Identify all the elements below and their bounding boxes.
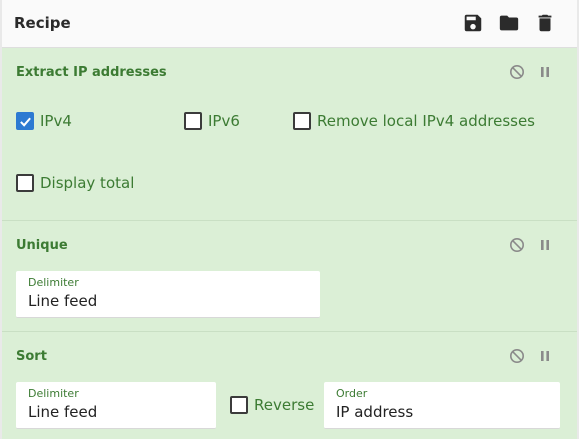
operation-name: Sort	[16, 349, 47, 364]
checkbox-reverse-label: Reverse	[254, 396, 315, 414]
recipe-panel: Recipe Extract IP addresses IPv4 IPv6 Re…	[2, 0, 577, 439]
field-label: Delimiter	[28, 387, 79, 400]
checkbox-ipv4-box[interactable]	[16, 112, 34, 130]
operation-extract-ip-addresses: Extract IP addresses IPv4 IPv6 Remove lo…	[2, 48, 577, 221]
operation-sort: Sort Delimiter Line feed Reverse Order I…	[2, 332, 577, 439]
checkbox-remove-local-ipv4[interactable]: Remove local IPv4 addresses	[293, 109, 535, 133]
operation-name: Extract IP addresses	[16, 65, 167, 80]
recipe-title: Recipe	[14, 14, 71, 32]
field-value[interactable]: Line feed	[28, 403, 97, 421]
checkbox-ipv4[interactable]: IPv4	[16, 109, 72, 133]
field-label: Order	[336, 387, 368, 400]
operation-name: Unique	[16, 238, 68, 253]
checkbox-remove-local-ipv4-box[interactable]	[293, 112, 311, 130]
checkbox-display-total[interactable]: Display total	[16, 171, 134, 195]
checkbox-reverse-box[interactable]	[230, 396, 248, 414]
checkbox-remove-local-ipv4-label: Remove local IPv4 addresses	[317, 112, 535, 130]
disable-icon[interactable]	[509, 237, 525, 253]
checkbox-display-total-box[interactable]	[16, 174, 34, 192]
save-icon[interactable]	[462, 12, 484, 34]
recipe-header: Recipe	[2, 0, 577, 48]
trash-icon[interactable]	[534, 12, 556, 34]
checkbox-display-total-label: Display total	[40, 174, 135, 192]
field-value[interactable]: Line feed	[28, 292, 97, 310]
pause-icon[interactable]	[537, 64, 553, 80]
pause-icon[interactable]	[537, 237, 553, 253]
checkbox-ipv6-label: IPv6	[208, 112, 240, 130]
field-label: Delimiter	[28, 276, 79, 289]
sort-order-field[interactable]: Order IP address	[324, 382, 560, 429]
sort-delimiter-field[interactable]: Delimiter Line feed	[16, 382, 216, 429]
checkbox-reverse[interactable]: Reverse	[230, 393, 314, 417]
field-value[interactable]: IP address	[336, 403, 413, 421]
unique-delimiter-field[interactable]: Delimiter Line feed	[16, 271, 320, 318]
disable-icon[interactable]	[509, 348, 525, 364]
checkbox-ipv4-label: IPv4	[40, 112, 72, 130]
checkbox-ipv6[interactable]: IPv6	[184, 109, 240, 133]
folder-icon[interactable]	[498, 12, 520, 34]
disable-icon[interactable]	[509, 64, 525, 80]
checkbox-ipv6-box[interactable]	[184, 112, 202, 130]
pause-icon[interactable]	[537, 348, 553, 364]
operation-unique: Unique Delimiter Line feed	[2, 221, 577, 332]
